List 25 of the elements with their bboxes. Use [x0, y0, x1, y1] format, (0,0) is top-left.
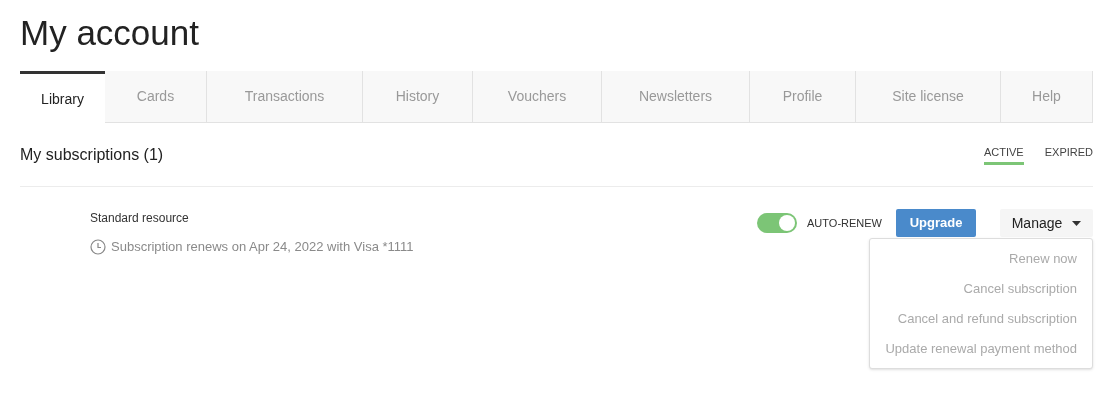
caret-icon — [1072, 220, 1082, 226]
tab[interactable]: Site license — [856, 71, 1001, 122]
tab[interactable]: Newsletters — [602, 71, 750, 122]
filter-tab[interactable]: EXPIRED — [1044, 143, 1093, 166]
tab[interactable]: Transactions — [207, 71, 363, 122]
tab[interactable]: History — [363, 71, 473, 122]
tab[interactable]: Vouchers — [473, 71, 602, 122]
tab[interactable]: Cards — [105, 71, 207, 122]
tab[interactable]: Profile — [750, 71, 856, 122]
manage-button[interactable]: Manage — [1000, 209, 1093, 237]
page-title: My account — [20, 12, 200, 54]
tab[interactable]: Help — [1001, 71, 1093, 122]
clock-icon — [90, 238, 106, 255]
menu-item[interactable]: Cancel and refund subscription — [897, 309, 1077, 328]
filter-tab[interactable]: ACTIVE — [983, 143, 1024, 166]
tab[interactable]: Library — [20, 71, 105, 124]
auto-renew-toggle[interactable] — [757, 213, 798, 233]
menu-item[interactable]: Update renewal payment method — [885, 339, 1077, 358]
subscription-name: Standard resource — [90, 210, 190, 227]
upgrade-button[interactable]: Upgrade — [896, 209, 976, 237]
section-heading: My subscriptions (1) — [20, 144, 164, 165]
renewal-info: Subscription renews on Apr 24, 2022 with Visa *1111 — [111, 238, 414, 256]
menu-item[interactable]: Renew now — [1009, 249, 1077, 268]
menu-item[interactable]: Cancel subscription — [963, 279, 1077, 298]
auto-renew-label: AUTO-RENEW — [807, 215, 882, 231]
